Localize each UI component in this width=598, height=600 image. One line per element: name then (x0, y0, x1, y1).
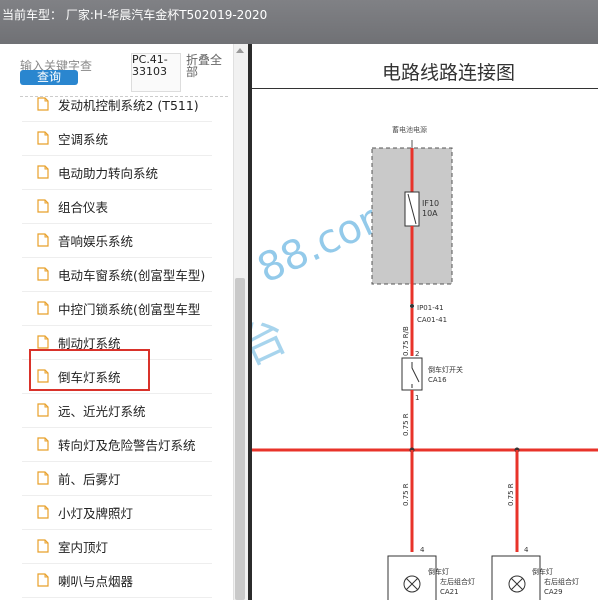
wire-right-spec: 0.75 R (507, 483, 515, 506)
tree-item[interactable]: 空调系统 (36, 121, 108, 155)
tree-item-label: 空调系统 (58, 131, 109, 147)
document-icon (36, 573, 50, 587)
collapse-all-button[interactable]: 折叠全部 (186, 54, 226, 78)
lamp-right-side-text: 倒车灯 (532, 567, 553, 576)
document-icon (36, 131, 50, 145)
tree-item[interactable]: 发动机控制系统2 (T511) (36, 87, 199, 121)
tree-separator (22, 597, 212, 598)
switch-label: 倒车灯开关 (428, 365, 463, 374)
document-icon (36, 437, 50, 451)
lamp-left-code: CA21 (440, 588, 459, 596)
document-icon (36, 471, 50, 485)
tree-item-label: 喇叭与点烟器 (58, 573, 134, 589)
lamp-left-label: 左后组合灯 (440, 577, 475, 586)
lamp-right-pin: 4 (524, 546, 529, 554)
battery-source-label: 蓄电池电源 (392, 125, 427, 134)
tree-item[interactable]: 远、近光灯系统 (36, 393, 146, 427)
tree-item-label: 电动车窗系统(创富型车型) (58, 267, 206, 283)
wire-top-spec: 0.75 R/B (402, 326, 410, 356)
document-icon (36, 505, 50, 519)
connector-bottom-label: CA01-41 (417, 316, 447, 324)
document-icon (36, 233, 50, 247)
document-icon (36, 301, 50, 315)
title-bar: 当前车型： 厂家:H-华晨汽车金杯T502019-2020 (0, 0, 598, 44)
tree-item-label: 音响娱乐系统 (58, 233, 134, 249)
tree-item[interactable]: 喇叭与点烟器 (36, 563, 133, 597)
tree-item-label: 转向灯及危险警告灯系统 (58, 437, 196, 453)
tree-item-label: 电动助力转向系统 (58, 165, 159, 181)
tree-item-label: 前、后雾灯 (58, 471, 121, 487)
tree-item-label: 中控门锁系统(创富型车型 (58, 301, 201, 317)
document-icon (36, 403, 50, 417)
tree-item-label: 远、近光灯系统 (58, 403, 146, 419)
document-icon (36, 267, 50, 281)
selected-item-highlight (29, 349, 150, 391)
tree-item[interactable]: 组合仪表 (36, 189, 108, 223)
document-icon (36, 199, 50, 213)
tree-item[interactable]: 电动车窗系统(创富型车型) (36, 257, 205, 291)
watermark-glyph: 台 (252, 307, 295, 375)
tree-item[interactable]: 转向灯及危险警告灯系统 (36, 427, 196, 461)
search-button[interactable]: 查询 (20, 70, 78, 85)
switch-pin-bottom: 1 (415, 394, 419, 402)
diagram-panel: 电路线路连接图 88.com 台 蓄电池电源 IF10 10A IP01-41 … (252, 44, 598, 600)
current-model-title: 当前车型： 厂家:H-华晨汽车金杯T502019-2020 (2, 8, 268, 22)
circuit-diagram: 88.com 台 蓄电池电源 IF10 10A IP01-41 CA01-41 … (252, 125, 598, 600)
document-icon (36, 165, 50, 179)
lamp-left-pin: 4 (420, 546, 425, 554)
tree-item[interactable]: 前、后雾灯 (36, 461, 121, 495)
tree-item[interactable]: 中控门锁系统(创富型车型 (36, 291, 200, 325)
scroll-up-arrow-icon[interactable] (236, 48, 244, 53)
document-icon (36, 539, 50, 553)
connector-dot (410, 304, 414, 308)
tree-item-label: 室内顶灯 (58, 539, 109, 555)
scrollbar-thumb[interactable] (235, 278, 245, 600)
lamp-right-label: 右后组合灯 (544, 577, 579, 586)
switch-code: CA16 (428, 376, 447, 384)
fuse-rating: 10A (422, 209, 438, 218)
tree-item[interactable]: 音响娱乐系统 (36, 223, 133, 257)
wire-left-spec: 0.75 R (402, 483, 410, 506)
lamp-left-side-text: 倒车灯 (428, 567, 449, 576)
tree-item-label: 发动机控制系统2 (T511) (58, 97, 199, 113)
fuse-name: IF10 (422, 199, 439, 208)
lamp-right-code: CA29 (544, 588, 563, 596)
tree-item[interactable]: 电动助力转向系统 (36, 155, 158, 189)
document-icon (36, 335, 50, 349)
system-tree: 发动机控制系统2 (T511) 空调系统电动助力转向系统 组合仪表音响娱乐系统电动车… (0, 90, 232, 600)
tree-item[interactable]: 室内顶灯 (36, 529, 108, 563)
tree-item-label: 小灯及牌照灯 (58, 505, 134, 521)
tree-item[interactable]: 小灯及牌照灯 (36, 495, 133, 529)
connector-top-label: IP01-41 (417, 304, 444, 312)
document-icon (36, 97, 50, 111)
switch-pin-top: 2 (415, 350, 419, 358)
wire-mid-spec: 0.75 R (402, 413, 410, 436)
tree-item-label: 组合仪表 (58, 199, 109, 215)
